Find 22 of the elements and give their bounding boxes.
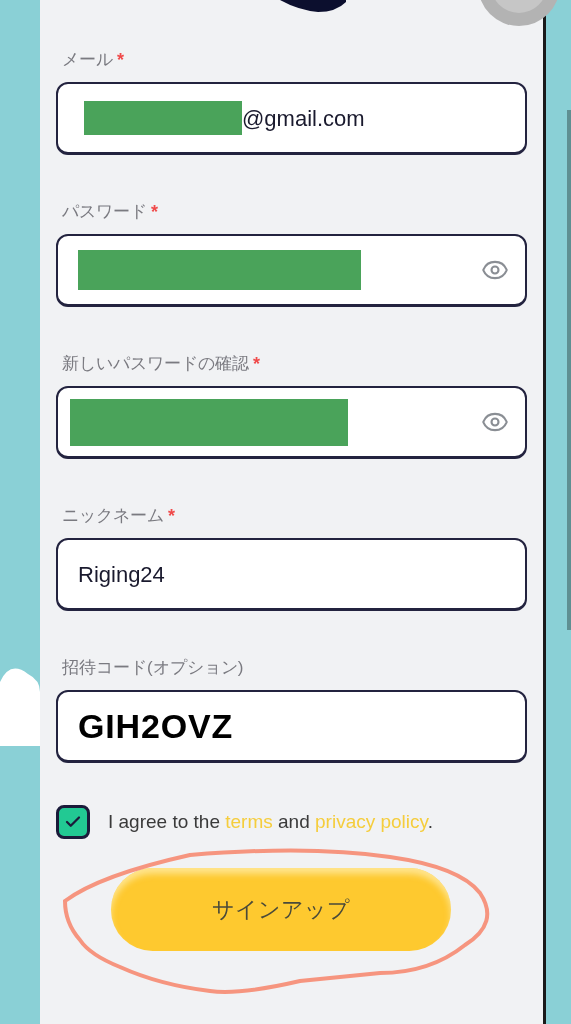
- logo-icon: [278, 0, 348, 14]
- password-field[interactable]: [56, 234, 527, 307]
- agree-checkbox[interactable]: [56, 805, 90, 839]
- field-label: メール: [62, 49, 113, 72]
- scrollbar[interactable]: [567, 110, 571, 630]
- required-mark: *: [117, 48, 124, 72]
- required-mark: *: [168, 504, 175, 528]
- field-value: @gmail.com: [242, 104, 365, 133]
- required-mark: *: [253, 352, 260, 376]
- input-field[interactable]: Riging24: [56, 538, 527, 611]
- agreement-text: I agree to the terms and privacy policy.: [108, 809, 433, 834]
- field-label: 新しいパスワードの確認: [62, 353, 249, 376]
- input-field[interactable]: @gmail.com: [56, 82, 527, 155]
- required-mark: *: [151, 200, 158, 224]
- field-label: パスワード: [62, 201, 147, 224]
- field-value: GIH2OVZ: [78, 705, 234, 747]
- field-value: Riging24: [78, 560, 165, 589]
- field-label: 招待コード(オプション): [62, 657, 244, 680]
- password-field[interactable]: [56, 386, 527, 459]
- field-label: ニックネーム: [62, 505, 164, 528]
- input-field[interactable]: GIH2OVZ: [56, 690, 527, 763]
- signup-button[interactable]: サインアップ: [110, 868, 451, 951]
